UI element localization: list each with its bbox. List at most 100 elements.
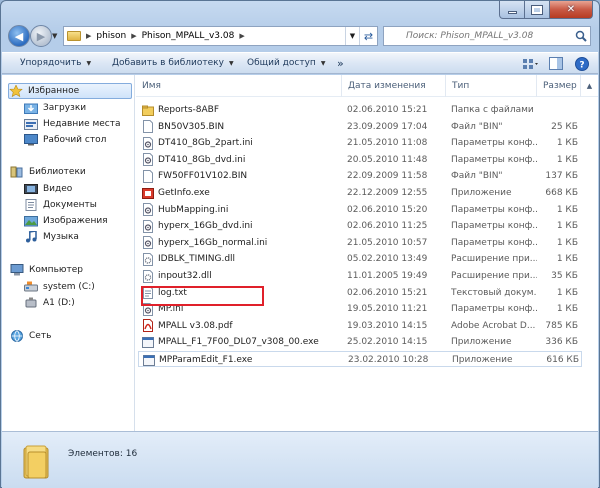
- address-bar[interactable]: ▶ phison ▶ Phison_MPALL_v3.08 ▶ ▼ ⇄: [63, 26, 378, 46]
- nav-downloads[interactable]: Загрузки: [24, 100, 134, 116]
- file-name[interactable]: hyperx_16Gb_normal.ini: [142, 235, 332, 251]
- forward-button[interactable]: ▶: [30, 25, 52, 47]
- recent-pages-dropdown[interactable]: ▼: [52, 32, 60, 40]
- nav-computer[interactable]: Компьютер: [10, 262, 134, 278]
- column-header: Имя Дата изменения Тип Размер ▲: [136, 75, 598, 97]
- minimize-button[interactable]: [499, 1, 525, 19]
- file-date: 21.05.2010 11:08: [347, 138, 428, 149]
- file-name[interactable]: hyperx_16Gb_dvd.ini: [142, 218, 332, 234]
- nav-documents[interactable]: Документы: [24, 197, 134, 213]
- file-name[interactable]: MPALL v3.08.pdf: [142, 318, 332, 334]
- nav-drive-d[interactable]: A1 (D:): [24, 295, 134, 311]
- breadcrumb-separator-icon[interactable]: ▶: [239, 32, 244, 40]
- more-commands-button[interactable]: »: [337, 53, 344, 73]
- nav-images[interactable]: Изображения: [24, 213, 134, 229]
- nav-network[interactable]: Сеть: [10, 328, 134, 344]
- folder-icon: [23, 445, 49, 479]
- file-row[interactable]: IDBLK_TIMING.dll 05.02.2010 13:49 Расширен…: [138, 251, 582, 267]
- breadcrumb-separator-icon[interactable]: ▶: [86, 32, 91, 40]
- file-name[interactable]: IDBLK_TIMING.dll: [142, 251, 332, 267]
- file-row[interactable]: FW50FF01V102.BIN 22.09.2009 11:58 Файл "BI…: [138, 168, 582, 184]
- column-size[interactable]: Размер: [537, 75, 581, 97]
- file-row[interactable]: inpout32.dll 11.01.2005 19:49 Расширение п…: [138, 268, 582, 284]
- nav-desktop[interactable]: Рабочий стол: [24, 132, 134, 148]
- view-icon: [523, 58, 538, 69]
- file-row[interactable]: GetInfo.exe 22.12.2009 12:55 Приложение 668…: [138, 185, 582, 201]
- file-name[interactable]: GetInfo.exe: [142, 185, 332, 201]
- exe-icon: [142, 336, 158, 349]
- address-history-dropdown[interactable]: ▼: [345, 27, 359, 45]
- file-row[interactable]: hyperx_16Gb_normal.ini 21.05.2010 10:57 Па…: [138, 235, 582, 251]
- search-box[interactable]: [383, 26, 591, 46]
- file-list[interactable]: Имя Дата изменения Тип Размер ▲ Reports-…: [136, 75, 598, 431]
- close-icon: ✕: [566, 4, 576, 15]
- file-date: 11.01.2005 19:49: [347, 271, 428, 281]
- nav-video[interactable]: Видео: [24, 181, 134, 197]
- file-name[interactable]: HubMapping.ini: [142, 202, 332, 218]
- file-row[interactable]: HubMapping.ini 02.06.2010 15:20 Параметры …: [138, 202, 582, 218]
- column-name[interactable]: Имя: [136, 75, 342, 97]
- file-row[interactable]: MPALL v3.08.pdf 19.03.2010 14:15 Adobe Acr…: [138, 318, 582, 334]
- file-row[interactable]: DT410_8Gb_dvd.ini 20.05.2010 11:48 Парамет…: [138, 152, 582, 168]
- search-input[interactable]: [384, 27, 572, 45]
- close-button[interactable]: ✕: [550, 1, 593, 19]
- file-row[interactable]: log.txt 02.06.2010 15:21 Текстовый докум..…: [138, 285, 582, 301]
- file-name[interactable]: MP.ini: [142, 301, 332, 317]
- search-icon[interactable]: [572, 30, 590, 42]
- view-options-button[interactable]: [520, 55, 540, 72]
- file-name[interactable]: DT410_8Gb_dvd.ini: [142, 152, 332, 168]
- nav-favorites[interactable]: Избранное: [8, 83, 132, 99]
- video-icon: [24, 184, 38, 194]
- preview-pane-button[interactable]: [546, 55, 566, 72]
- nav-libraries[interactable]: Библиотеки: [10, 164, 134, 180]
- file-date: 02.06.2010 15:21: [347, 287, 428, 298]
- scroll-up-icon[interactable]: ▲: [581, 75, 598, 97]
- ini-icon: [142, 136, 158, 150]
- file-row[interactable]: hyperx_16Gb_dvd.ini 02.06.2010 11:25 Парам…: [138, 218, 582, 234]
- file-row[interactable]: BN50V305.BIN 23.09.2009 17:04 Файл "BIN" 25…: [138, 119, 582, 135]
- star-icon: [9, 85, 23, 97]
- recent-places-icon: [24, 119, 38, 130]
- navigation-pane[interactable]: Избранное Загрузки Недавние места Рабочи…: [2, 75, 135, 431]
- music-icon: [26, 231, 37, 243]
- file-name[interactable]: FW50FF01V102.BIN: [142, 168, 332, 184]
- back-button[interactable]: ◀: [8, 25, 30, 47]
- file-type: Adobe Acrobat D...: [451, 320, 536, 331]
- help-button[interactable]: ?: [572, 55, 592, 72]
- file-name[interactable]: MPALL_F1_7F00_DL07_v308_00.exe: [142, 334, 332, 350]
- breadcrumb-phison[interactable]: phison: [96, 31, 126, 41]
- network-icon: [11, 330, 23, 342]
- add-to-library-button[interactable]: Добавить в библиотеку ▼: [112, 53, 234, 73]
- file-row[interactable]: DT410_8Gb_2part.ini 21.05.2010 11:08 Парам…: [138, 135, 582, 151]
- file-date: 22.12.2009 12:55: [347, 188, 428, 198]
- file-row[interactable]: MP.ini 19.05.2010 11:21 Параметры конф... 1…: [138, 301, 582, 317]
- file-name[interactable]: BN50V305.BIN: [142, 119, 332, 135]
- nav-music[interactable]: Музыка: [24, 229, 134, 245]
- file-name-label: hyperx_16Gb_normal.ini: [158, 237, 268, 248]
- file-name[interactable]: log.txt: [142, 285, 332, 301]
- file-row[interactable]: Reports-8ABF 02.06.2010 15:21 Папка с файл…: [138, 102, 582, 118]
- file-name[interactable]: inpout32.dll: [142, 268, 332, 284]
- file-row[interactable]: MPALL_F1_7F00_DL07_v308_00.exe 25.02.2010…: [138, 334, 582, 350]
- nav-drive-c[interactable]: system (C:): [24, 279, 134, 295]
- file-name-label: IDBLK_TIMING.dll: [158, 254, 236, 265]
- refresh-button[interactable]: ⇄: [359, 27, 377, 45]
- maximize-button[interactable]: [525, 1, 550, 19]
- file-name[interactable]: Reports-8ABF: [142, 102, 332, 118]
- breadcrumb-separator-icon[interactable]: ▶: [131, 32, 136, 40]
- file-type: Приложение: [451, 188, 512, 198]
- column-date[interactable]: Дата изменения: [342, 75, 446, 97]
- share-button[interactable]: Общий доступ ▼: [247, 53, 325, 73]
- file-row[interactable]: MPParamEdit_F1.exe 23.02.2010 10:28 Прилож…: [138, 351, 582, 367]
- file-size: 1 КБ: [556, 304, 578, 315]
- file-name-label: HubMapping.ini: [158, 204, 229, 215]
- file-type: Текстовый докум...: [451, 287, 537, 298]
- column-type[interactable]: Тип: [446, 75, 537, 97]
- organize-button[interactable]: Упорядочить ▼: [20, 53, 91, 73]
- file-name-label: inpout32.dll: [158, 271, 212, 281]
- nav-recent-places[interactable]: Недавние места: [24, 116, 134, 132]
- file-name[interactable]: DT410_8Gb_2part.ini: [142, 135, 332, 151]
- file-name[interactable]: MPParamEdit_F1.exe: [143, 352, 333, 368]
- breadcrumb-current[interactable]: Phison_MPALL_v3.08: [142, 31, 235, 41]
- ini-icon: [142, 219, 158, 233]
